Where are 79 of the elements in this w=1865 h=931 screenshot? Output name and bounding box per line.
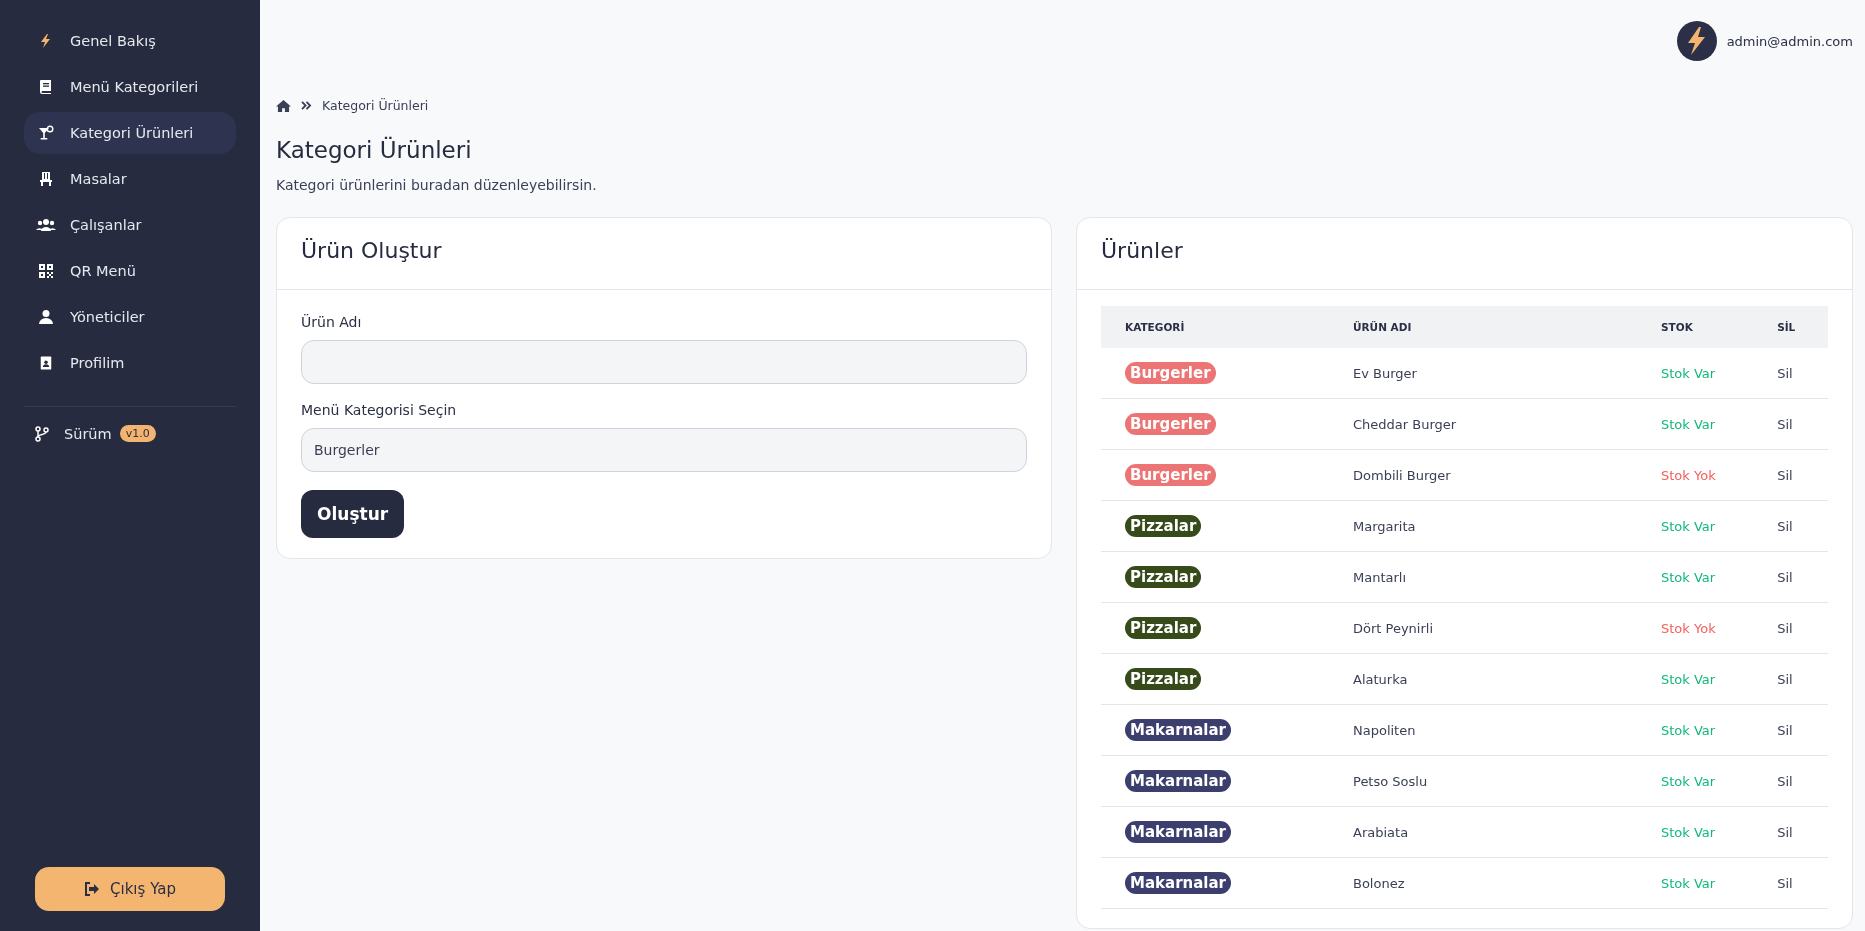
category-tag: Makarnalar: [1125, 770, 1231, 792]
product-name: Alaturka: [1353, 671, 1408, 687]
breadcrumb-current: Kategori Ürünleri: [322, 98, 429, 113]
category-tag: Makarnalar: [1125, 821, 1231, 843]
stock-status: Stok Yok: [1661, 467, 1716, 483]
delete-link[interactable]: Sil: [1777, 467, 1793, 483]
page-subtitle: Kategori ürünlerini buradan düzenleyebilirsin.: [276, 177, 598, 193]
users-icon: [36, 218, 56, 232]
card-title: Ürün Oluştur: [277, 218, 1051, 290]
category-tag: Makarnalar: [1125, 872, 1231, 894]
cocktail-glass-icon: [36, 125, 56, 141]
category-select[interactable]: Burgerler: [301, 428, 1027, 472]
qr-code-icon: [36, 263, 56, 279]
category-tag: Burgerler: [1125, 413, 1216, 435]
product-name: Ev Burger: [1353, 365, 1417, 381]
delete-link[interactable]: Sil: [1777, 671, 1793, 687]
sign-out-icon: [84, 882, 101, 896]
delete-link[interactable]: Sil: [1777, 416, 1793, 432]
column-header: KATEGORİ: [1101, 306, 1329, 348]
delete-link[interactable]: Sil: [1777, 875, 1793, 891]
product-name: Cheddar Burger: [1353, 416, 1457, 432]
product-name: Bolonez: [1353, 875, 1405, 891]
category-tag: Pizzalar: [1125, 668, 1202, 690]
delete-link[interactable]: Sil: [1777, 824, 1793, 840]
product-name: Dört Peynirli: [1353, 620, 1434, 636]
double-chevron-icon: [301, 101, 312, 110]
sidebar-item[interactable]: Çalışanlar: [24, 204, 236, 246]
branch-icon: [34, 425, 50, 442]
sidebar-item[interactable]: Genel Bakış: [24, 20, 236, 62]
sidebar-item[interactable]: Profilim: [24, 342, 236, 384]
avatar-bolt-icon: [1676, 21, 1717, 61]
field-label: Ürün Adı: [301, 314, 363, 330]
home-icon[interactable]: [276, 99, 291, 112]
sidebar-item[interactable]: Menü Kategorileri: [24, 66, 236, 108]
category-tag: Burgerler: [1125, 464, 1216, 486]
column-header: SİL: [1753, 306, 1828, 348]
product-name: Napoliten: [1353, 722, 1416, 738]
delete-link[interactable]: Sil: [1777, 518, 1793, 534]
stock-status: Stok Var: [1661, 722, 1716, 738]
column-header: ÜRÜN ADI: [1329, 306, 1637, 348]
logout-button[interactable]: Çıkış Yap: [35, 867, 225, 911]
delete-link[interactable]: Sil: [1777, 569, 1793, 585]
delete-link[interactable]: Sil: [1777, 722, 1793, 738]
category-tag: Burgerler: [1125, 362, 1216, 384]
version-label: Sürüm: [64, 425, 112, 442]
stock-status: Stok Var: [1661, 671, 1716, 687]
stock-status: Stok Var: [1661, 416, 1716, 432]
create-button[interactable]: Oluştur: [301, 490, 405, 538]
input-field[interactable]: [301, 340, 1027, 384]
sidebar-item[interactable]: Kategori Ürünleri: [24, 112, 236, 154]
stock-status: Stok Var: [1661, 365, 1716, 381]
user-icon: [36, 309, 56, 325]
stock-status: Stok Var: [1661, 518, 1716, 534]
stock-status: Stok Var: [1661, 875, 1716, 891]
page-title: Kategori Ürünleri: [276, 137, 473, 163]
version-badge: v1.0: [119, 425, 156, 442]
product-name: Dombili Burger: [1353, 467, 1451, 483]
stock-status: Stok Var: [1661, 773, 1716, 789]
delete-link[interactable]: Sil: [1777, 620, 1793, 636]
field-label: Menü Kategorisi Seçin: [301, 402, 458, 418]
category-tag: Makarnalar: [1125, 719, 1231, 741]
delete-link[interactable]: Sil: [1777, 365, 1793, 381]
delete-link[interactable]: Sil: [1777, 773, 1793, 789]
stock-status: Stok Var: [1661, 824, 1716, 840]
product-name: Margarita: [1353, 518, 1416, 534]
category-tag: Pizzalar: [1125, 515, 1202, 537]
sidebar-item[interactable]: QR Menü: [24, 250, 236, 292]
stock-status: Stok Var: [1661, 569, 1716, 585]
column-header: STOK: [1637, 306, 1754, 348]
user-email[interactable]: admin@admin.com: [1726, 33, 1853, 49]
sidebar-item[interactable]: Yöneticiler: [24, 296, 236, 338]
product-name: Petso Soslu: [1353, 773, 1428, 789]
category-tag: Pizzalar: [1125, 566, 1202, 588]
product-name: Arabiata: [1353, 824, 1409, 840]
product-name: Mantarlı: [1353, 569, 1407, 585]
sidebar-item[interactable]: Masalar: [24, 158, 236, 200]
category-tag: Pizzalar: [1125, 617, 1202, 639]
stock-status: Stok Yok: [1661, 620, 1716, 636]
card-title: Ürünler: [1077, 218, 1852, 290]
